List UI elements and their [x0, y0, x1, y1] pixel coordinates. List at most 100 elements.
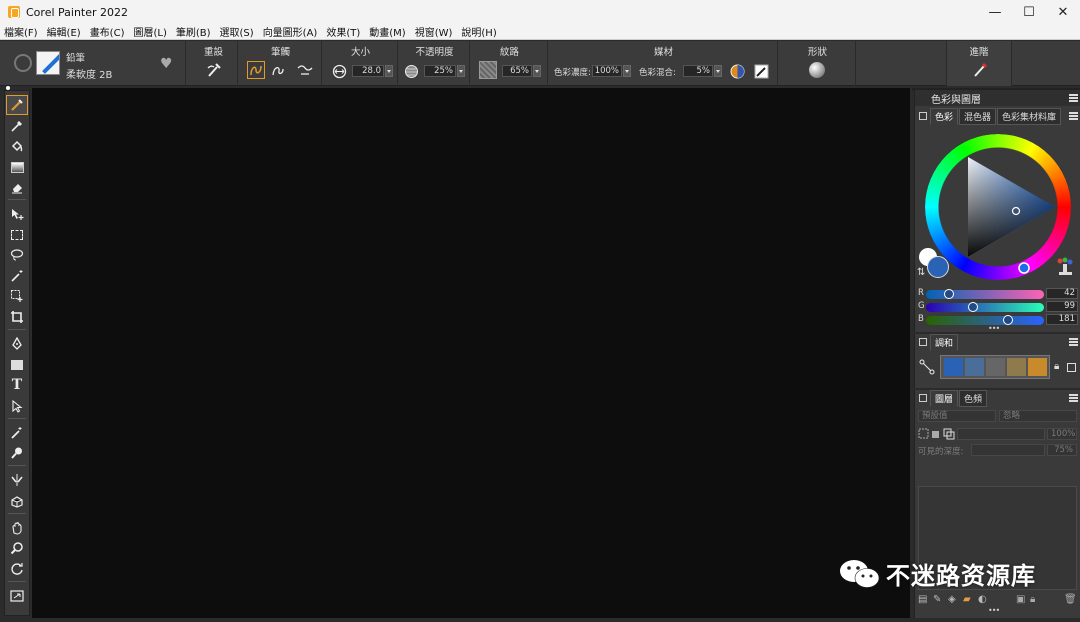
heart-icon[interactable]: ♥ — [160, 56, 173, 72]
blue-slider[interactable] — [926, 315, 1044, 325]
rectangle-shape-tool-icon[interactable] — [7, 356, 27, 374]
grain-dropdown[interactable] — [533, 65, 541, 77]
size-field[interactable]: 28.0 — [352, 65, 384, 77]
menu-shapes[interactable]: 向量圖形(A) — [263, 24, 318, 39]
menu-effects[interactable]: 效果(T) — [326, 24, 360, 39]
opacity-field[interactable]: 25% — [424, 65, 456, 77]
panel-menu-icon[interactable] — [1069, 94, 1078, 102]
green-value-field[interactable]: 99 — [1046, 301, 1078, 312]
red-slider-knob[interactable] — [944, 289, 954, 299]
dynamic-plugins-icon[interactable]: ✎ — [933, 594, 941, 605]
menu-file[interactable]: 檔案(F) — [4, 24, 38, 39]
depth-field[interactable]: 75% — [1047, 444, 1077, 456]
cloner-tool-icon[interactable] — [7, 424, 27, 442]
harmony-swatch[interactable] — [1028, 358, 1047, 376]
menu-movie[interactable]: 動畫(M) — [369, 24, 405, 39]
lock-icon[interactable]: 🔒︎ — [1054, 361, 1059, 372]
tab-mixer[interactable]: 混色器 — [959, 107, 997, 125]
opacity-icon[interactable] — [402, 62, 420, 80]
eraser-tool-icon[interactable] — [7, 178, 27, 196]
opacity-dropdown[interactable] — [457, 65, 465, 77]
harmony-swatch[interactable] — [944, 358, 963, 376]
more-options-dots[interactable]: ••• — [988, 606, 1000, 615]
blue-slider-knob[interactable] — [1003, 315, 1013, 325]
blue-value-field[interactable]: 181 — [1046, 314, 1078, 325]
color-tab-menu-icon[interactable] — [1069, 112, 1078, 120]
layer-stack-icon[interactable]: ◈ — [948, 594, 956, 605]
brush-history-icon[interactable] — [14, 54, 32, 72]
tab-color[interactable]: 色彩 — [930, 107, 959, 125]
main-color-swatch[interactable] — [927, 256, 949, 278]
bleed-dropdown[interactable] — [714, 65, 722, 77]
brush-thumbnail[interactable] — [36, 51, 60, 75]
harmony-swatch[interactable] — [965, 358, 984, 376]
bleed-field[interactable]: 5% — [683, 65, 713, 77]
layers-menu-icon[interactable] — [1069, 394, 1078, 402]
mask-icon[interactable]: ▣ — [1016, 594, 1025, 605]
grain-field[interactable]: 65% — [502, 65, 532, 77]
green-slider-knob[interactable] — [968, 302, 978, 312]
maximize-button[interactable]: ☐ — [1012, 0, 1046, 24]
magnifier-tool-icon[interactable] — [7, 539, 27, 557]
more-options-dots[interactable]: ••• — [988, 324, 1000, 333]
tab-color-sets[interactable]: 色彩集材料庫 — [997, 107, 1062, 125]
green-slider[interactable] — [926, 302, 1044, 312]
menu-select[interactable]: 選取(S) — [220, 24, 254, 39]
new-layer-icon[interactable]: ▤ — [918, 594, 927, 605]
shape-selection-tool-icon[interactable] — [7, 397, 27, 415]
dropper-tool-icon[interactable] — [7, 117, 27, 135]
close-panel-icon[interactable] — [919, 394, 927, 402]
text-tool-icon[interactable]: T — [7, 376, 27, 394]
close-panel-icon[interactable] — [919, 338, 927, 346]
size-dropdown[interactable] — [385, 65, 393, 77]
depth-slider[interactable] — [971, 444, 1045, 456]
rubber-stamp-tool-icon[interactable] — [7, 444, 27, 462]
menu-canvas[interactable]: 畫布(C) — [90, 24, 125, 39]
dab-shape-icon[interactable] — [809, 62, 825, 78]
brush-selector[interactable]: 鉛筆 柔軟度 2B ♥ — [0, 41, 186, 86]
harmony-swatch[interactable] — [986, 358, 1005, 376]
composite-depth-select[interactable]: 忽略 — [999, 410, 1077, 422]
drawing-canvas[interactable] — [32, 88, 910, 618]
color-picker-icon[interactable] — [752, 62, 770, 80]
red-slider[interactable] — [926, 289, 1044, 299]
brush-tool-icon[interactable] — [6, 95, 28, 115]
harmony-menu-icon[interactable] — [1069, 338, 1078, 346]
harmony-swatch[interactable] — [1007, 358, 1026, 376]
color-variability-icon[interactable] — [728, 62, 746, 80]
close-button[interactable]: ✕ — [1046, 0, 1080, 24]
rotate-page-tool-icon[interactable] — [7, 560, 27, 578]
perspective-guide-tool-icon[interactable] — [7, 492, 27, 510]
rectangle-selection-tool-icon[interactable] — [7, 226, 27, 244]
layer-opacity-slider[interactable] — [957, 428, 1045, 440]
paper-texture-icon[interactable] — [479, 61, 497, 79]
reset-brush-icon[interactable] — [205, 61, 223, 79]
menu-brushes[interactable]: 筆刷(B) — [176, 24, 211, 39]
straight-stroke-icon[interactable] — [269, 61, 287, 79]
magic-wand-tool-icon[interactable] — [7, 267, 27, 285]
screen-mode-icon[interactable] — [7, 587, 27, 605]
layer-adjuster-tool-icon[interactable] — [7, 205, 27, 223]
swap-colors-icon[interactable]: ⇅ — [917, 267, 925, 278]
grabber-hand-tool-icon[interactable] — [7, 519, 27, 537]
pen-tool-icon[interactable] — [7, 335, 27, 353]
color-wheel[interactable] — [925, 134, 1071, 280]
resat-field[interactable]: 100% — [592, 65, 622, 77]
red-value-field[interactable]: 42 — [1046, 288, 1078, 299]
close-panel-icon[interactable] — [919, 112, 927, 120]
advanced-brush-icon[interactable] — [971, 61, 989, 79]
menu-layers[interactable]: 圖層(L) — [133, 24, 166, 39]
tab-channels[interactable]: 色頻 — [959, 389, 988, 407]
layer-opacity-field[interactable]: 100% — [1047, 428, 1077, 440]
stroke-options-icon[interactable] — [296, 61, 314, 79]
menu-edit[interactable]: 編輯(E) — [47, 24, 81, 39]
layer-group-icon[interactable]: ▰ — [963, 594, 971, 605]
size-icon[interactable] — [330, 62, 348, 80]
color-set-icon[interactable] — [1055, 256, 1077, 278]
lock-layer-icon[interactable]: 🔒︎ — [1030, 594, 1035, 605]
tab-harmony[interactable]: 調和 — [930, 333, 959, 351]
delete-layer-icon[interactable]: 🗑︎ — [1064, 594, 1077, 605]
harmony-rule-icon[interactable] — [919, 359, 935, 375]
tab-layers[interactable]: 圖層 — [930, 389, 959, 407]
selection-adjuster-tool-icon[interactable] — [7, 287, 27, 305]
